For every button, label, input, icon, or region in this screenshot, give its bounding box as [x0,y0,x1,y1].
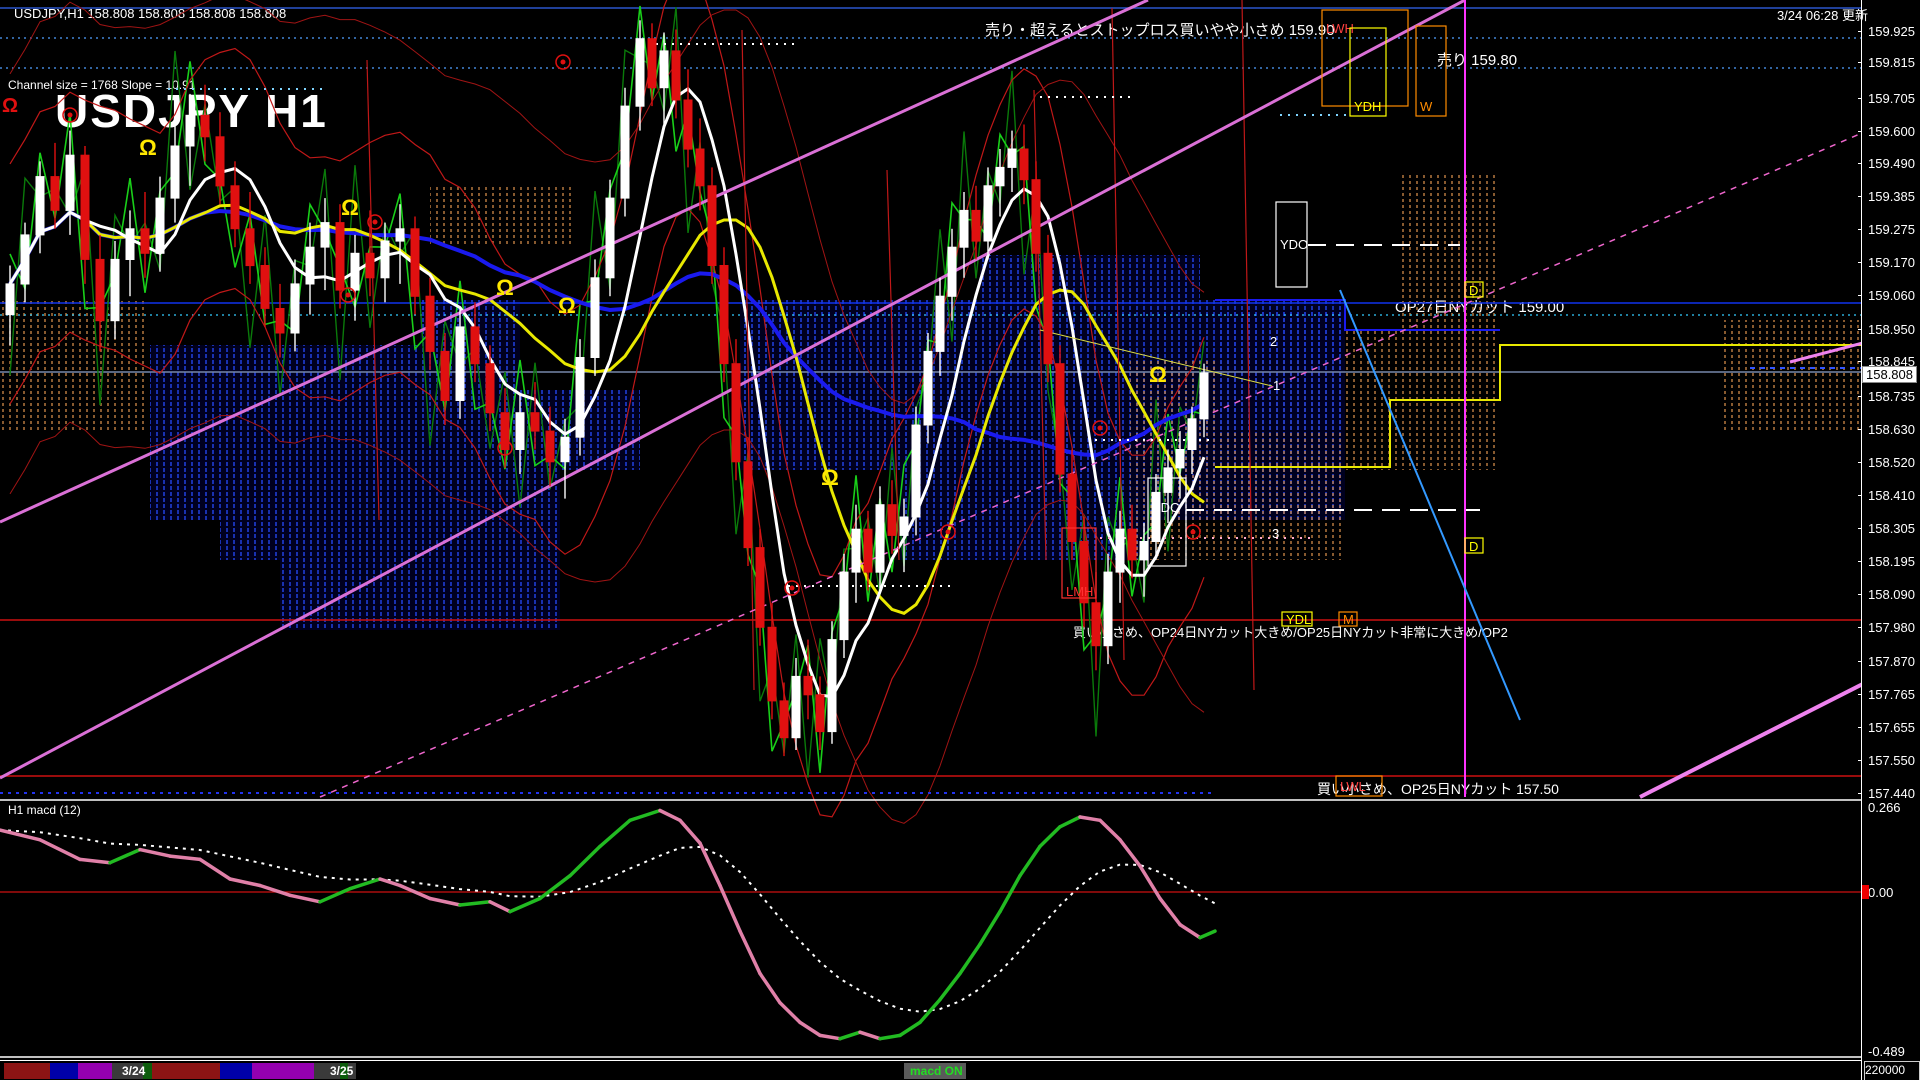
svg-text:YDL: YDL [1286,612,1311,627]
axis-tick-mark [1858,98,1862,99]
axis-tick-mark [1858,131,1862,132]
axis-tick-label: 158.090 [1868,587,1915,602]
axis-tick-label: 158.195 [1868,554,1915,569]
axis-tick-mark [1858,495,1862,496]
timeline-label-macd_on: macd ON [910,1064,963,1078]
axis-tick-label: 158.410 [1868,488,1915,503]
axis-tick-label: 157.550 [1868,753,1915,768]
svg-text:Ω: Ω [1149,362,1167,387]
axis-tick-mark [1858,462,1862,463]
axis-tick-label: 159.060 [1868,288,1915,303]
timeline-label-date2: 3/25 [330,1064,354,1078]
axis-tick-label: 159.705 [1868,91,1915,106]
svg-text:Ω: Ω [496,275,514,300]
axis-tick-mark [1858,760,1862,761]
axis-tick-mark [1858,528,1862,529]
macd-axis-label: -0.489 [1868,1044,1905,1059]
svg-text:YDH: YDH [1354,99,1381,114]
axis-tick-mark [1858,262,1862,263]
axis-tick-label: 158.305 [1868,521,1915,536]
timeline-period-block[interactable] [78,1063,112,1079]
timeline-period-block[interactable] [50,1063,78,1079]
axis-tick-mark [1858,429,1862,430]
svg-text:LWL: LWL [1340,779,1366,794]
svg-text:3: 3 [1272,526,1279,541]
timeline-period-block[interactable] [220,1063,252,1079]
axis-tick-label: 158.735 [1868,389,1915,404]
svg-text:M: M [1343,612,1354,627]
macd-axis-label: 0.266 [1868,800,1901,815]
axis-tick-mark [1858,561,1862,562]
axis-tick-mark [1858,727,1862,728]
main-chart-canvas[interactable]: ΩΩΩΩΩΩΩLWHYDH WYDOYDCLMHYDL MLWLDD213 [0,0,1862,1080]
svg-text:Ω: Ω [2,95,18,117]
svg-text:D: D [1469,539,1478,554]
svg-text:Ω: Ω [139,135,157,160]
trading-terminal: { "header": { "symbol_line": "USDJPY,H1 … [0,0,1920,1080]
svg-text:LMH: LMH [1066,584,1093,599]
svg-text:1: 1 [1273,378,1280,393]
axis-tick-mark [1858,661,1862,662]
axis-tick-mark [1858,163,1862,164]
svg-text:W: W [1420,99,1433,114]
macd-axis-label: 0.00 [1868,885,1894,900]
axis-tick-mark [1858,31,1862,32]
axis-tick-label: 158.950 [1868,322,1915,337]
svg-text:Ω: Ω [821,465,839,490]
svg-text:YDC: YDC [1152,500,1179,515]
axis-tick-label: 159.600 [1868,124,1915,139]
timeline-period-block[interactable] [152,1063,220,1079]
axis-tick-label: 159.815 [1868,55,1915,70]
timeline-period-block[interactable] [4,1063,50,1079]
svg-text:Ω: Ω [558,293,576,318]
axis-tick-mark [1858,295,1862,296]
svg-text:D: D [1469,283,1478,298]
svg-text:2: 2 [1270,334,1277,349]
axis-tick-mark [1858,694,1862,695]
axis-tick-label: 158.630 [1868,422,1915,437]
axis-tick-label: 157.870 [1868,654,1915,669]
svg-text:Ω: Ω [341,195,359,220]
axis-tick-mark [1858,361,1862,362]
axis-tick-label: 157.765 [1868,687,1915,702]
axis-tick-label: 159.490 [1868,156,1915,171]
axis-tick-mark [1858,229,1862,230]
axis-tick-mark [1858,793,1862,794]
axis-tick-label: 157.655 [1868,720,1915,735]
axis-tick-mark [1858,329,1862,330]
axis-tick-mark [1858,196,1862,197]
timeline-period-block[interactable] [252,1063,314,1079]
volume-box: 220000 [1864,1061,1920,1080]
axis-tick-label: 159.925 [1868,24,1915,39]
axis-tick-label: 157.980 [1868,620,1915,635]
axis-tick-mark [1858,62,1862,63]
axis-tick-mark [1858,396,1862,397]
axis-tick-mark [1858,594,1862,595]
svg-text:YDO: YDO [1280,237,1308,252]
axis-tick-label: 158.520 [1868,455,1915,470]
timeline-bar[interactable]: 3/24 3/25 macd ON [0,1060,1862,1080]
axis-tick-label: 157.440 [1868,786,1915,801]
axis-tick-mark [1858,627,1862,628]
axis-tick-label: 159.170 [1868,255,1915,270]
price-axis[interactable]: 159.925 159.815 159.705 159.600 159.490 159.3… [1858,0,1920,1080]
timeline-label-date1: 3/24 [122,1064,146,1078]
current-price-box: 158.808 [1862,366,1917,383]
axis-tick-label: 159.385 [1868,189,1915,204]
macd-zero-marker [1862,885,1869,899]
axis-tick-label: 159.275 [1868,222,1915,237]
